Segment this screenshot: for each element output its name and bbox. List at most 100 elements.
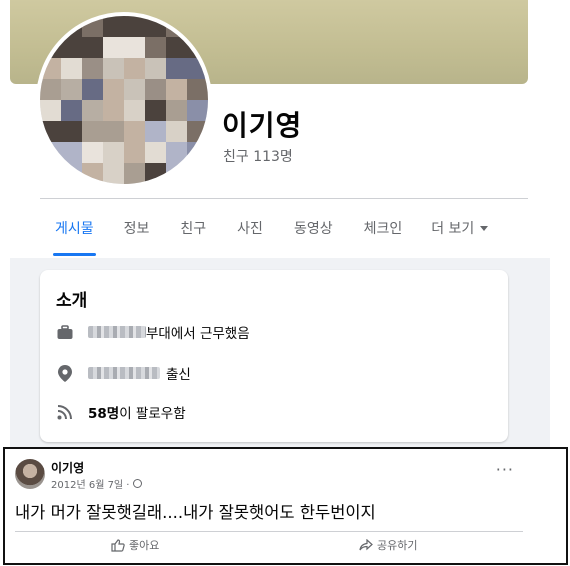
tab-label: 동영상 — [293, 221, 333, 237]
tab-more[interactable]: 더 보기 — [431, 200, 489, 256]
hometown-text: 출신 — [166, 367, 191, 383]
avatar-pixel — [145, 79, 166, 100]
avatar-pixel — [187, 79, 208, 100]
avatar-pixel — [103, 100, 124, 121]
avatar-pixel — [103, 142, 124, 163]
tab-about[interactable]: 정보 — [124, 200, 150, 256]
work-text: 부대에서 근무했음 — [146, 326, 250, 342]
location-pin-icon — [56, 364, 74, 382]
avatar-pixel — [40, 100, 61, 121]
avatar-pixel — [124, 142, 145, 163]
avatar-pixel — [166, 37, 187, 58]
avatar-pixel — [187, 121, 208, 142]
avatar-pixel — [61, 58, 82, 79]
intro-title: 소개 — [56, 291, 88, 311]
avatar-pixel — [103, 121, 124, 142]
avatar-pixel — [61, 121, 82, 142]
profile-avatar[interactable] — [36, 12, 212, 188]
post-text: 내가 머가 잘못햇길래....내가 잘못햇어도 한두번이지 — [15, 503, 376, 522]
avatar-pixel — [103, 37, 124, 58]
avatar-pixel — [124, 79, 145, 100]
thumbs-up-icon — [111, 538, 125, 552]
avatar-pixel — [82, 100, 103, 121]
avatar-pixel — [166, 58, 187, 79]
redacted-hometown — [88, 367, 160, 379]
avatar-pixel — [103, 163, 124, 184]
avatar-pixel — [61, 100, 82, 121]
followers-count: 58명 — [88, 406, 120, 422]
avatar-pixel — [82, 37, 103, 58]
avatar-pixel — [82, 58, 103, 79]
avatar-pixel — [40, 142, 61, 163]
profile-tabs: 게시물 정보 친구 사진 동영상 체크인 더 보기 — [40, 200, 530, 256]
avatar-pixel — [145, 37, 166, 58]
avatar-pixel — [61, 79, 82, 100]
tab-posts[interactable]: 게시물 — [53, 200, 96, 256]
avatar-pixel — [61, 37, 82, 58]
avatar-pixel — [145, 100, 166, 121]
avatar-pixel — [124, 37, 145, 58]
avatar-pixel — [124, 58, 145, 79]
tab-label: 체크인 — [363, 221, 403, 237]
post-card: 이기영 2012년 6월 7일 · ··· 내가 머가 잘못햇길래....내가 … — [3, 447, 568, 565]
avatar-pixel — [61, 163, 82, 184]
intro-work: 부대에서 근무했음 — [56, 320, 250, 344]
tab-videos[interactable]: 동영상 — [294, 200, 333, 256]
avatar-pixel — [40, 121, 61, 142]
chevron-down-icon — [480, 225, 489, 231]
avatar-pixel — [145, 58, 166, 79]
tab-label: 게시물 — [55, 221, 94, 237]
post-divider — [15, 531, 523, 532]
tab-label: 더 보기 — [431, 221, 475, 237]
share-icon — [359, 539, 373, 551]
profile-name: 이기영 — [222, 109, 303, 142]
avatar-pixel — [82, 163, 103, 184]
avatar-pixel — [187, 100, 208, 121]
avatar-pixel — [124, 100, 145, 121]
post-author-name[interactable]: 이기영 — [51, 459, 84, 476]
globe-icon — [132, 479, 142, 488]
tab-checkins[interactable]: 체크인 — [364, 200, 403, 256]
avatar-pixel — [166, 100, 187, 121]
like-button[interactable]: 좋아요 — [111, 537, 159, 553]
post-author-avatar[interactable] — [15, 459, 45, 489]
avatar-pixel — [82, 142, 103, 163]
avatar-pixel — [82, 121, 103, 142]
avatar-pixel — [103, 16, 124, 37]
avatar-pixel — [145, 121, 166, 142]
tab-label: 정보 — [123, 221, 150, 237]
tab-photos[interactable]: 사진 — [237, 200, 263, 256]
avatar-pixel — [166, 163, 187, 184]
avatar-pixel — [40, 79, 61, 100]
more-options-icon[interactable]: ··· — [496, 462, 514, 478]
like-label: 좋아요 — [129, 539, 160, 552]
avatar-pixel — [40, 163, 61, 184]
briefcase-icon — [56, 323, 74, 341]
share-button[interactable]: 공유하기 — [359, 537, 417, 553]
avatar-pixel — [124, 16, 145, 37]
avatar-pixel — [166, 142, 187, 163]
friend-count[interactable]: 친구 113명 — [223, 146, 293, 166]
intro-card: 소개 부대에서 근무했음 출신 58명 이 팔로우함 — [40, 270, 508, 442]
tab-label: 친구 — [180, 221, 207, 237]
avatar-pixel — [82, 79, 103, 100]
intro-hometown: 출신 — [56, 361, 191, 385]
tab-label: 사진 — [237, 221, 263, 237]
avatar-pixel — [103, 58, 124, 79]
post-meta: 2012년 6월 7일 · — [51, 476, 142, 491]
followers-text: 이 팔로우함 — [119, 406, 186, 422]
rss-icon — [56, 403, 74, 421]
intro-followers[interactable]: 58명 이 팔로우함 — [56, 400, 186, 424]
avatar-pixel — [187, 142, 208, 163]
avatar-pixel — [103, 79, 124, 100]
avatar-pixel — [166, 79, 187, 100]
avatar-pixel — [145, 163, 166, 184]
avatar-pixel — [187, 163, 208, 184]
post-date[interactable]: 2012년 6월 7일 · — [51, 476, 130, 491]
avatar-pixel — [61, 142, 82, 163]
share-label: 공유하기 — [377, 539, 418, 552]
avatar-pixel — [124, 163, 145, 184]
tab-friends[interactable]: 친구 — [180, 200, 206, 256]
avatar-pixel — [145, 142, 166, 163]
redacted-unit — [88, 326, 146, 338]
